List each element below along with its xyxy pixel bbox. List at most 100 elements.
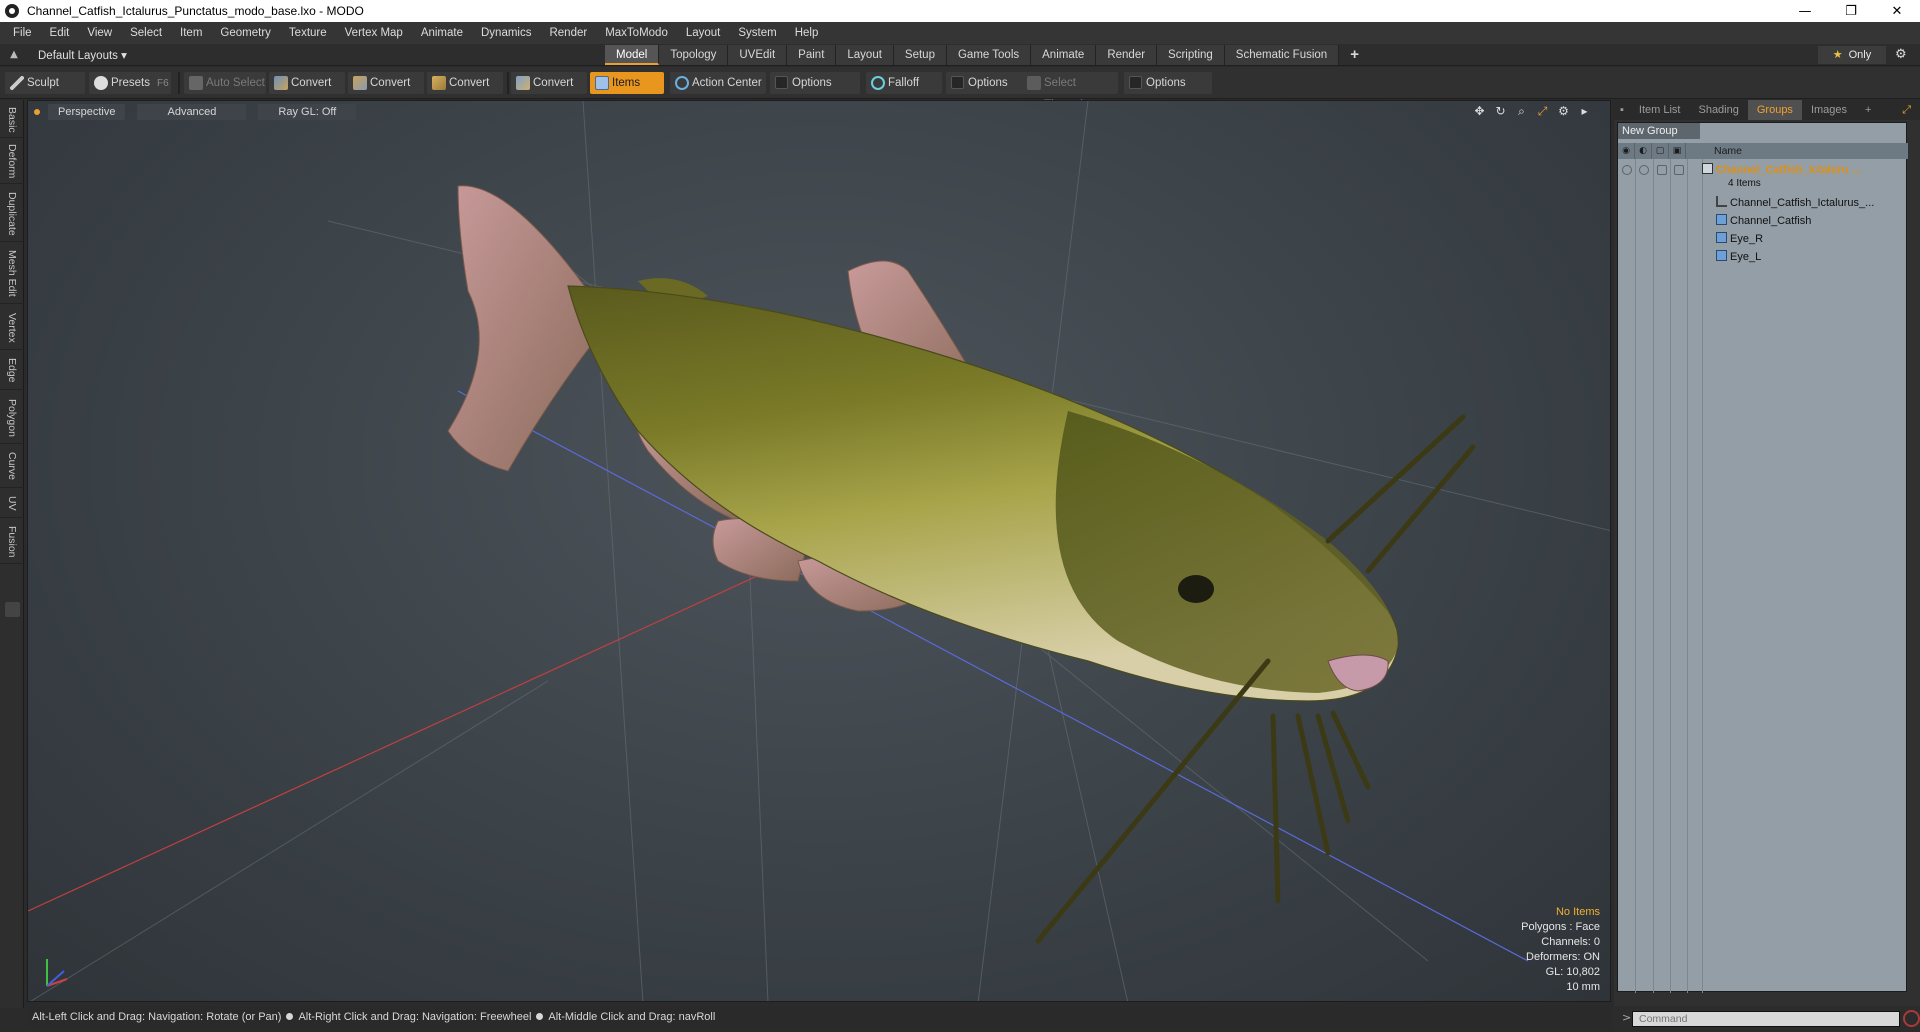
tab-schematic-fusion[interactable]: Schematic Fusion	[1224, 45, 1340, 65]
convert-edge-button[interactable]: Convert	[348, 72, 424, 94]
viewport-arrow-icon[interactable]: ▸	[1577, 104, 1592, 119]
vtab-curve[interactable]: Curve	[0, 446, 24, 488]
gear-icon[interactable]: ⚙	[1895, 47, 1911, 63]
tab-model[interactable]: Model	[605, 45, 660, 65]
lock-column-icon[interactable]: ▢	[1652, 143, 1669, 159]
only-button[interactable]: ★ Only	[1818, 46, 1886, 64]
vtab-vertex[interactable]: Vertex	[0, 306, 24, 350]
group-visibility-icon[interactable]	[1622, 165, 1632, 175]
expand-panel-icon[interactable]: ⤢	[1893, 100, 1920, 120]
tab-images[interactable]: Images	[1802, 100, 1856, 120]
command-input[interactable]	[1632, 1011, 1900, 1027]
menu-geometry[interactable]: Geometry	[211, 27, 280, 39]
close-button[interactable]: ✕	[1874, 0, 1920, 22]
select-through-button[interactable]: Select Through	[1022, 72, 1118, 111]
tab-animate[interactable]: Animate	[1031, 45, 1097, 65]
catfish-model[interactable]	[447, 185, 1476, 944]
tab-game-tools[interactable]: Game Tools	[946, 45, 1032, 65]
group-member-row[interactable]: Channel_Catfish_Ictalurus_...	[1716, 194, 1920, 212]
axis-gizmo	[46, 959, 68, 987]
viewport-menu-dot[interactable]	[34, 109, 40, 115]
menu-dynamics[interactable]: Dynamics	[472, 27, 540, 39]
add-tab-button[interactable]: +	[1339, 45, 1370, 65]
panel-menu-icon[interactable]: ▪	[1614, 100, 1630, 120]
convert-items-button[interactable]: Convert	[511, 72, 587, 94]
group-render-icon[interactable]	[1639, 165, 1649, 175]
group-member-row[interactable]: Eye_L	[1716, 248, 1920, 266]
vtab-fusion[interactable]: Fusion	[0, 520, 24, 564]
tab-uvedit[interactable]: UVEdit	[728, 45, 788, 65]
stop-icon[interactable]	[1903, 1010, 1920, 1027]
select-options-button[interactable]: Options	[1124, 72, 1212, 94]
render-column-icon[interactable]: ◐	[1635, 143, 1652, 159]
menu-help[interactable]: Help	[786, 27, 828, 39]
tab-groups[interactable]: Groups	[1747, 100, 1802, 120]
menu-file[interactable]: File	[4, 27, 41, 39]
menu-vertex-map[interactable]: Vertex Map	[336, 27, 412, 39]
select-column-icon[interactable]: ▣	[1669, 143, 1686, 159]
menu-layout[interactable]: Layout	[677, 27, 730, 39]
viewport-scene[interactable]	[28, 101, 1611, 1002]
options-checkbox[interactable]	[775, 76, 788, 89]
add-panel-tab-button[interactable]: +	[1856, 100, 1880, 120]
pan-icon[interactable]: ✥	[1472, 104, 1487, 119]
falloff-button[interactable]: Falloff	[866, 72, 942, 94]
sculpt-button[interactable]: Sculpt	[5, 72, 85, 94]
tab-paint[interactable]: Paint	[787, 45, 837, 65]
tab-render[interactable]: Render	[1096, 45, 1158, 65]
convert-vertex-button[interactable]: Convert	[269, 72, 345, 94]
visibility-column-icon[interactable]: ◉	[1618, 143, 1635, 159]
options-checkbox[interactable]	[1129, 76, 1142, 89]
options-checkbox[interactable]	[951, 76, 964, 89]
menu-view[interactable]: View	[78, 27, 121, 39]
perspective-dropdown[interactable]: Perspective	[48, 104, 126, 120]
minimize-button[interactable]: —	[1782, 0, 1828, 22]
group-row[interactable]: Channel_Catfish_Ictaluru ...	[1702, 161, 1908, 179]
vtab-basic[interactable]: Basic	[0, 102, 24, 138]
menu-system[interactable]: System	[729, 27, 785, 39]
action-center-button[interactable]: Action Center	[670, 72, 766, 94]
group-lock-icon[interactable]	[1657, 165, 1667, 175]
falloff-options-button[interactable]: Options	[946, 72, 1026, 94]
layout-dropdown[interactable]: Default Layouts ▾	[38, 48, 127, 62]
tab-topology[interactable]: Topology	[659, 45, 729, 65]
group-member-row[interactable]: Eye_R	[1716, 230, 1920, 248]
menu-animate[interactable]: Animate	[412, 27, 472, 39]
raygl-dropdown[interactable]: Ray GL: Off	[258, 104, 357, 120]
vtab-uv[interactable]: UV	[0, 490, 24, 518]
viewport-settings-icon[interactable]: ⚙	[1556, 104, 1571, 119]
convert-polygon-button[interactable]: Convert	[427, 72, 503, 94]
tab-setup[interactable]: Setup	[893, 45, 947, 65]
new-group-button[interactable]: New Group	[1618, 123, 1700, 139]
tab-shading[interactable]: Shading	[1689, 100, 1747, 120]
rotate-icon[interactable]: ↻	[1493, 104, 1508, 119]
vtab-mesh-edit[interactable]: Mesh Edit	[0, 244, 24, 304]
vtab-polygon[interactable]: Polygon	[0, 392, 24, 444]
auto-select-button[interactable]: Auto Select	[184, 72, 266, 94]
menu-item[interactable]: Item	[171, 27, 211, 39]
name-column-header[interactable]: Name	[1714, 145, 1742, 157]
menu-select[interactable]: Select	[121, 27, 171, 39]
restore-button[interactable]: ❐	[1828, 0, 1874, 22]
tab-item-list[interactable]: Item List	[1630, 100, 1690, 120]
tab-layout[interactable]: Layout	[836, 45, 894, 65]
action-center-options-button[interactable]: Options	[770, 72, 860, 94]
presets-button[interactable]: Presets F6	[89, 72, 171, 94]
menu-maxtomodo[interactable]: MaxToModo	[596, 27, 677, 39]
tab-scripting[interactable]: Scripting	[1157, 45, 1225, 65]
tool-palette-toggle[interactable]	[5, 602, 20, 617]
menu-texture[interactable]: Texture	[280, 27, 336, 39]
vtab-deform[interactable]: Deform	[0, 140, 24, 184]
maximize-icon[interactable]: ⤢	[1535, 104, 1550, 119]
layout-toggle-icon[interactable]: ▲	[4, 49, 24, 60]
menu-render[interactable]: Render	[540, 27, 596, 39]
items-mode-button[interactable]: Items	[590, 72, 664, 94]
menu-edit[interactable]: Edit	[41, 27, 79, 39]
3d-viewport[interactable]: Perspective Advanced Ray GL: Off ✥ ↻ ⌕ ⤢…	[27, 100, 1611, 1002]
group-select-icon[interactable]	[1674, 165, 1684, 175]
zoom-icon[interactable]: ⌕	[1514, 104, 1529, 119]
group-member-row[interactable]: Channel_Catfish	[1716, 212, 1920, 230]
vtab-edge[interactable]: Edge	[0, 352, 24, 390]
advanced-dropdown[interactable]: Advanced	[137, 104, 247, 120]
vtab-duplicate[interactable]: Duplicate	[0, 186, 24, 242]
